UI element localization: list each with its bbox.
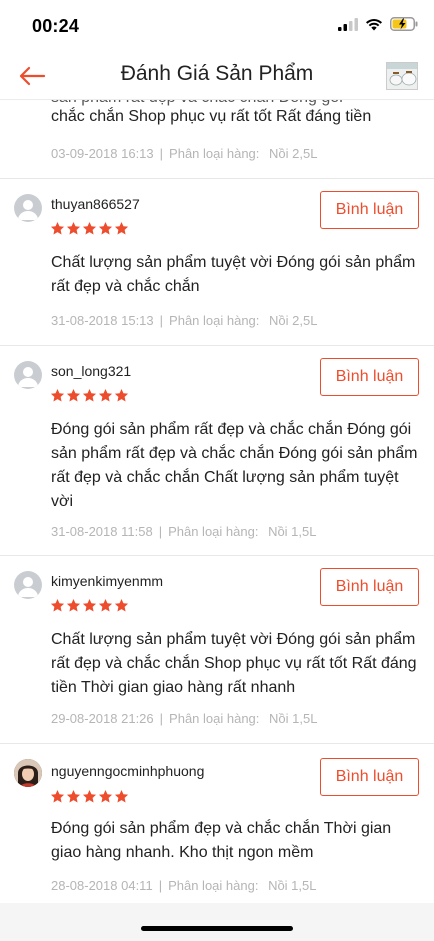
variant-value: Nồi 2,5L — [269, 146, 318, 161]
reviewer-username: thuyan866527 — [51, 196, 140, 212]
review-text: Chất lượng sản phẩm tuyệt vời Đóng gói s… — [51, 631, 417, 696]
variant-label: Phân loại hàng: — [169, 146, 260, 161]
review-text: Chất lượng sản phẩm tuyệt vời Đóng gói s… — [51, 254, 416, 295]
review-meta: 31-08-2018 11:58 | Phân loại hàng: Nồi 1,5… — [51, 524, 317, 539]
star-icon — [82, 789, 97, 803]
review-item: thuyan866527 Bình luận Chất lượng sản ph… — [0, 179, 434, 346]
star-icon — [82, 598, 97, 612]
nav-bar: Đánh Giá Sản Phẩm — [0, 52, 434, 100]
home-indicator[interactable] — [141, 926, 293, 931]
star-icon — [50, 388, 65, 402]
star-icon — [50, 789, 65, 803]
star-icon — [50, 598, 65, 612]
review-list[interactable]: sản phẩm rất đẹp và chắc chắn Đóng gói c… — [0, 100, 434, 903]
review-meta: 28-08-2018 04:11 | Phân loại hàng: Nồi 1,5… — [51, 878, 317, 893]
star-rating — [50, 388, 129, 403]
variant-label: Phân loại hàng: — [168, 878, 259, 893]
variant-value: Nồi 1,5L — [268, 878, 317, 893]
star-icon — [98, 221, 113, 235]
star-icon — [98, 789, 113, 803]
comment-button[interactable]: Bình luận — [320, 358, 419, 396]
star-icon — [114, 388, 129, 402]
reviewer-username: kimyenkimyenmm — [51, 573, 164, 589]
review-text: Đóng gói sản phẩm đẹp và chắc chắn Thời … — [51, 820, 392, 861]
review-meta: 29-08-2018 21:26 | Phân loại hàng: Nồi 1,5… — [51, 711, 318, 726]
review-date: 28-08-2018 04:11 — [51, 878, 153, 893]
star-icon — [98, 388, 113, 402]
star-icon — [66, 598, 81, 612]
star-icon — [114, 598, 129, 612]
home-bar — [0, 903, 434, 941]
page-title: Đánh Giá Sản Phẩm — [120, 62, 314, 85]
avatar — [14, 361, 42, 389]
review-date: 31-08-2018 11:58 — [51, 524, 153, 539]
review-date: 03-09-2018 16:13 — [51, 146, 154, 161]
cellular-signal-icon — [338, 17, 358, 31]
wifi-icon — [366, 18, 382, 30]
review-text: Đóng gói sản phẩm rất đẹp và chắc chắn Đ… — [51, 421, 418, 510]
review-item: sản phẩm rất đẹp và chắc chắn Đóng gói c… — [0, 100, 434, 179]
review-item: kimyenkimyenmm Bình luận Chất lượng sản … — [0, 556, 434, 744]
reviewer-username: son_long321 — [51, 363, 132, 379]
avatar — [14, 571, 42, 599]
comment-button[interactable]: Bình luận — [320, 568, 419, 606]
avatar — [14, 759, 42, 787]
star-icon — [50, 221, 65, 235]
variant-label: Phân loại hàng: — [169, 313, 260, 328]
variant-value: Nồi 1,5L — [268, 524, 317, 539]
comment-button[interactable]: Bình luận — [320, 191, 419, 229]
star-icon — [82, 221, 97, 235]
user-photo-avatar — [14, 759, 42, 787]
star-icon — [114, 789, 129, 803]
status-bar: 00:24 — [0, 0, 434, 52]
star-icon — [66, 221, 81, 235]
variant-value: Nồi 1,5L — [269, 711, 318, 726]
star-rating — [50, 789, 129, 804]
status-time: 00:24 — [32, 16, 80, 36]
review-meta: 03-09-2018 16:13 | Phân loại hàng: Nồi 2,5… — [51, 146, 318, 161]
star-icon — [114, 221, 129, 235]
review-date: 31-08-2018 15:13 — [51, 313, 154, 328]
status-icons — [338, 17, 418, 31]
battery-charging-icon — [390, 17, 418, 31]
review-item: son_long321 Bình luận Đóng gói sản phẩm … — [0, 346, 434, 556]
avatar — [14, 194, 42, 222]
comment-button[interactable]: Bình luận — [320, 758, 419, 796]
review-date: 29-08-2018 21:26 — [51, 711, 154, 726]
product-image — [387, 63, 417, 89]
default-avatar-icon — [18, 200, 38, 220]
variant-value: Nồi 2,5L — [269, 313, 318, 328]
variant-label: Phân loại hàng: — [168, 524, 259, 539]
review-text: chắc chắn Shop phục vụ rất tốt Rất đáng … — [51, 108, 372, 125]
default-avatar-icon — [18, 367, 38, 387]
review-item: nguyenngocminhphuong Bình luận Đóng gói … — [0, 744, 434, 903]
default-avatar-icon — [18, 577, 38, 597]
star-icon — [82, 388, 97, 402]
star-icon — [98, 598, 113, 612]
review-meta: 31-08-2018 15:13 | Phân loại hàng: Nồi 2,5… — [51, 313, 318, 328]
variant-label: Phân loại hàng: — [169, 711, 260, 726]
reviewer-username: nguyenngocminhphuong — [51, 763, 205, 779]
star-icon — [66, 789, 81, 803]
star-rating — [50, 598, 129, 613]
star-rating — [50, 221, 129, 236]
star-icon — [66, 388, 81, 402]
product-thumbnail[interactable] — [386, 62, 418, 90]
